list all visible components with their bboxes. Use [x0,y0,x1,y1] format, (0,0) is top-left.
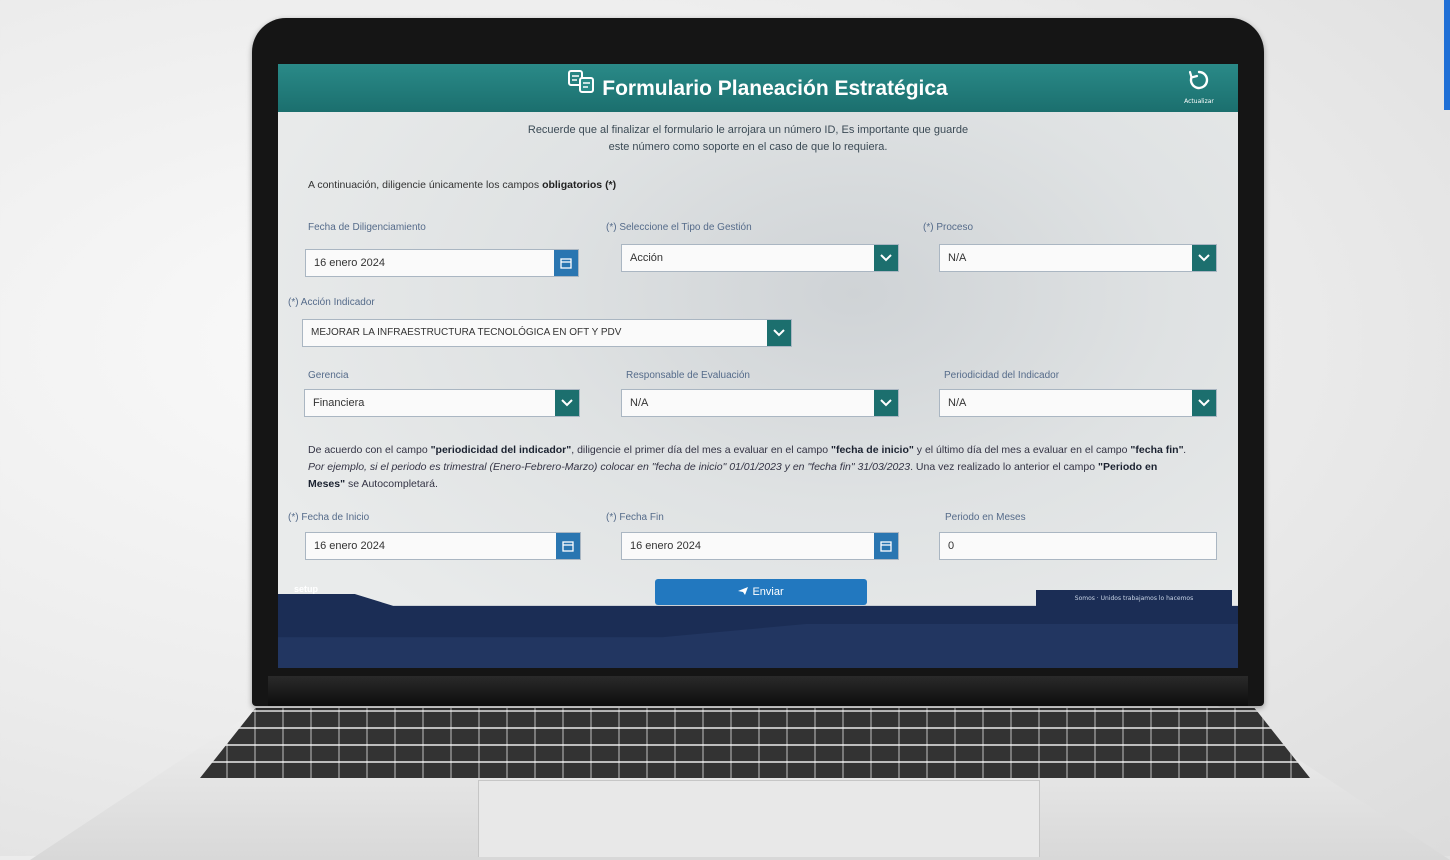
accion-indicador-dropdown-button[interactable] [767,320,791,346]
calendar-icon [560,258,572,269]
fecha-fin-value: 16 enero 2024 [630,540,701,552]
laptop-screen: Formulario Planeación Estratégica Actual… [278,64,1238,668]
periodicidad-instructions: De acuerdo con el campo "periodicidad de… [308,442,1188,493]
calendar-button[interactable] [556,533,580,559]
calendar-button[interactable] [874,533,898,559]
proceso-select[interactable]: N/A [939,244,1217,272]
fecha-inicio-label: (*) Fecha de Inicio [288,512,370,523]
submit-label: Enviar [752,586,784,598]
calendar-button[interactable] [554,250,578,276]
laptop-keyboard [200,708,1310,778]
fecha-fin-label: (*) Fecha Fin [606,512,664,523]
info-bold-2: "fecha de inicio" [830,444,914,456]
notice-line-1: Recuerde que al finalizar el formulario … [527,124,969,136]
send-icon [738,586,752,598]
fecha-inicio-value: 16 enero 2024 [314,540,385,552]
gerencia-dropdown-button[interactable] [555,390,579,416]
chevron-down-icon [1198,254,1210,262]
fecha-inicio-field[interactable]: 16 enero 2024 [305,532,581,560]
proceso-value: N/A [948,252,967,264]
notice-text: Recuerde que al finalizar el formulario … [398,122,1098,156]
tipo-gestion-dropdown-button[interactable] [874,245,898,271]
responsable-dropdown-button[interactable] [874,390,898,416]
gerencia-value: Financiera [313,397,365,409]
periodo-meses-field[interactable]: 0 [939,532,1217,560]
accion-indicador-select[interactable]: MEJORAR LA INFRAESTRUCTURA TECNOLÓGICA E… [302,319,792,347]
refresh-button[interactable]: Actualizar [1174,68,1224,110]
info-text-2: , diligencie el primer día del mes a eva… [571,444,829,456]
info-text-4: . Una vez realizado lo anterior el campo [910,461,1096,473]
chevron-down-icon [1198,399,1210,407]
refresh-icon [1188,70,1209,90]
refresh-label: Actualizar [1184,98,1214,105]
brand-logo: setup [294,584,319,594]
tipo-gestion-label: (*) Seleccione el Tipo de Gestión [606,222,752,233]
tipo-gestion-select[interactable]: Acción [621,244,899,272]
intro-plain: A continuación, diligencie únicamente lo… [308,179,540,191]
page-title-text: Formulario Planeación Estratégica [602,77,948,100]
intro-text: A continuación, diligencie únicamente lo… [308,179,616,191]
chevron-down-icon [561,399,573,407]
info-text-5: se Autocompletará. [348,478,438,490]
footer-tagline: Somos · Unidos trabajamos lo hacemos [1036,590,1232,608]
periodicidad-value: N/A [948,397,967,409]
page-edge-accent [1444,0,1450,110]
accion-indicador-value: MEJORAR LA INFRAESTRUCTURA TECNOLÓGICA E… [311,327,622,338]
chevron-down-icon [773,329,785,337]
fecha-fin-field[interactable]: 16 enero 2024 [621,532,899,560]
responsable-label: Responsable de Evaluación [626,370,750,381]
periodo-meses-value: 0 [948,540,955,552]
form-icon [568,64,596,114]
calendar-icon [562,541,574,552]
gerencia-select[interactable]: Financiera [304,389,580,417]
periodicidad-dropdown-button[interactable] [1192,390,1216,416]
proceso-label: (*) Proceso [923,222,974,233]
fecha-diligenciamiento-field[interactable]: 16 enero 2024 [305,249,579,277]
fecha-diligenciamiento-value: 16 enero 2024 [314,257,385,269]
periodicidad-label: Periodicidad del Indicador [944,370,1060,381]
intro-bold: obligatorios (*) [542,179,617,191]
proceso-dropdown-button[interactable] [1192,245,1216,271]
fecha-diligenciamiento-label: Fecha de Diligenciamiento [308,222,426,233]
info-bold-3: "fecha fin" [1130,444,1184,456]
gerencia-label: Gerencia [308,370,349,381]
laptop-hinge [268,676,1248,706]
info-bold-1: "periodicidad del indicador" [430,444,572,456]
periodicidad-select[interactable]: N/A [939,389,1217,417]
accion-indicador-label: (*) Acción Indicador [288,297,375,308]
page-title: Formulario Planeación Estratégica [278,64,1238,112]
calendar-icon [880,541,892,552]
laptop-trackpad [478,780,1040,857]
notice-line-2: este número como soporte en el caso de q… [608,141,888,153]
responsable-value: N/A [630,397,649,409]
responsable-select[interactable]: N/A [621,389,899,417]
tipo-gestion-value: Acción [630,252,664,264]
chevron-down-icon [880,399,892,407]
info-text-1: De acuerdo con el campo [308,444,428,456]
info-text-3: y el último día del mes a evaluar en el … [916,444,1128,456]
chevron-down-icon [880,254,892,262]
submit-button[interactable]: Enviar [655,579,867,605]
periodo-meses-label: Periodo en Meses [945,512,1026,523]
